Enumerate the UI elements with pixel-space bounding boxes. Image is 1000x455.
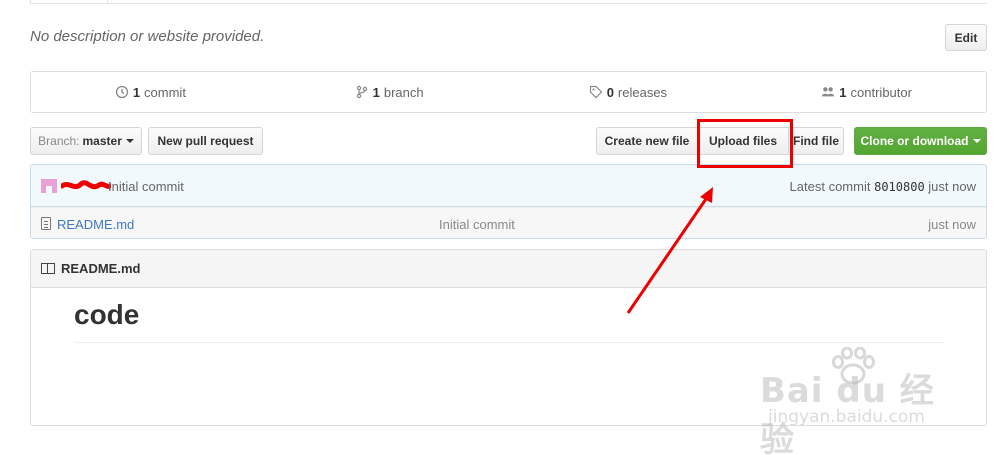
watermark: Bai du 经验 jingyan.baidu.com <box>760 345 960 455</box>
watermark-sub: jingyan.baidu.com <box>768 407 925 427</box>
